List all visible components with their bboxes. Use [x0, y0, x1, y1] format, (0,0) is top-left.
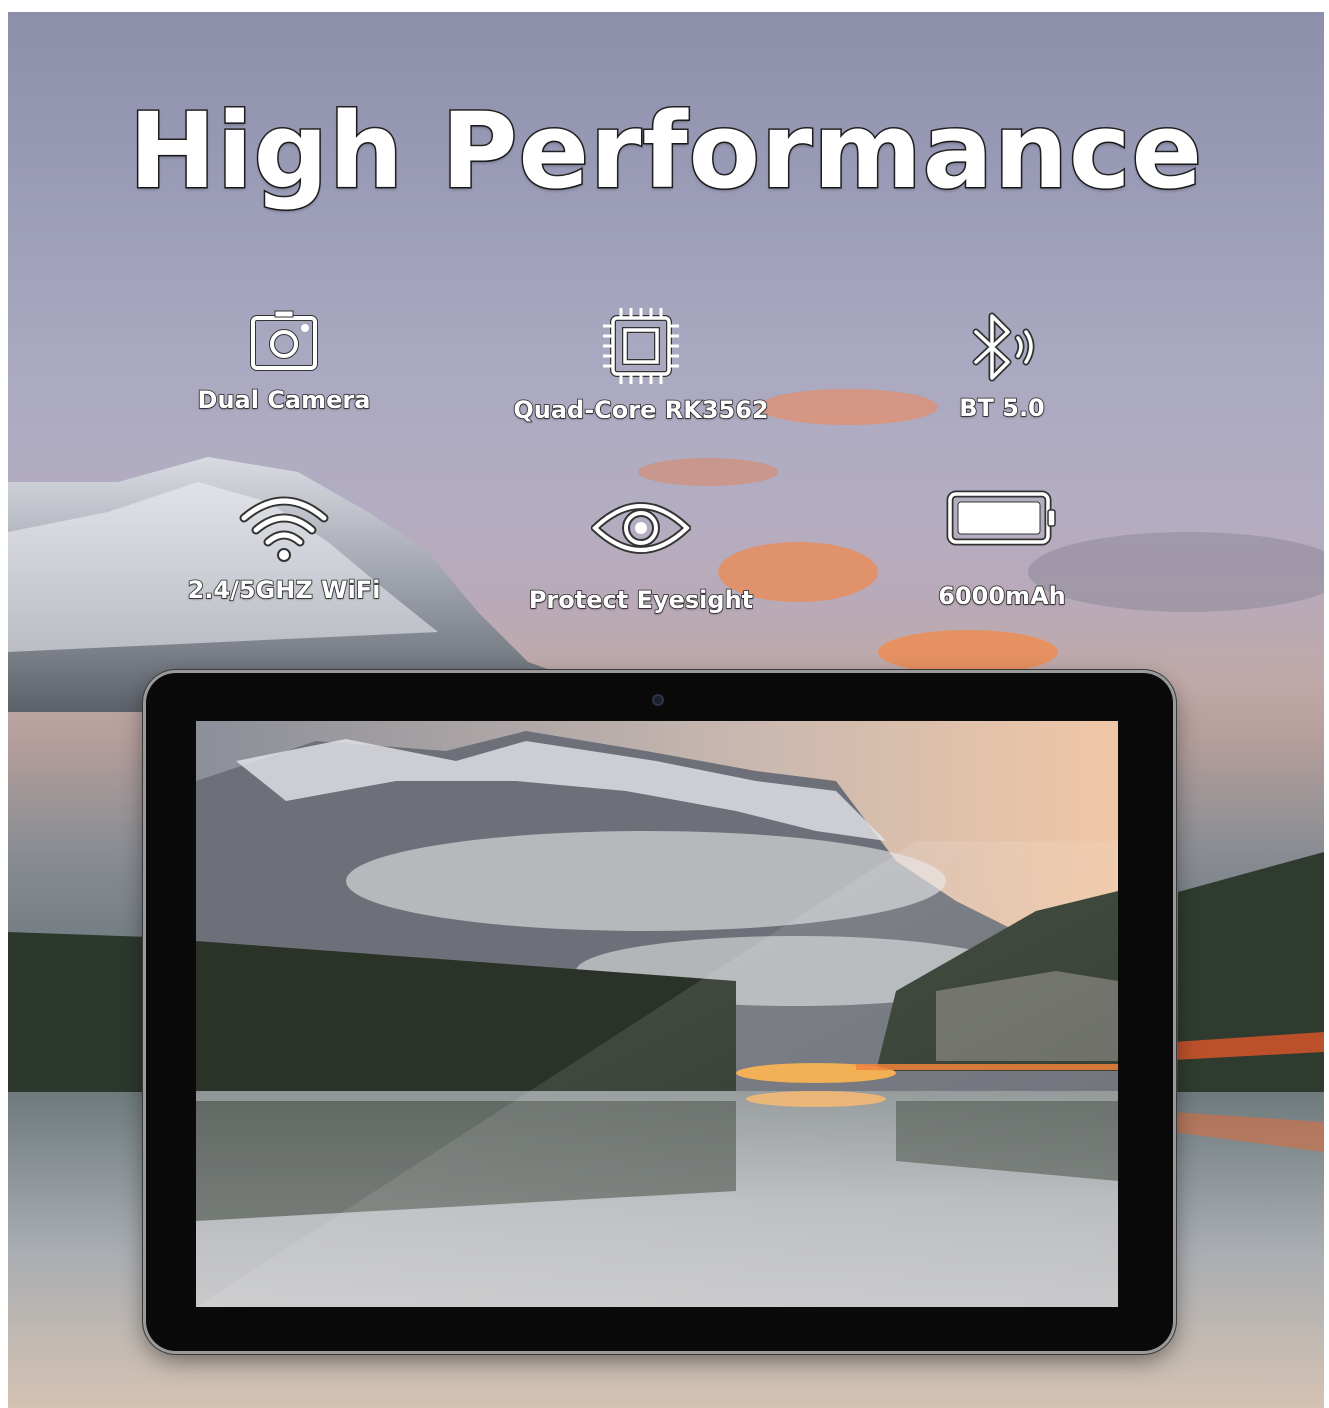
front-camera-lens: [652, 694, 664, 706]
eye-icon: [591, 502, 691, 554]
feature-label: 6000mAh: [938, 581, 1067, 611]
tablet-device: [146, 673, 1173, 1351]
tablet-screen: [196, 721, 1118, 1307]
bluetooth-icon: [972, 312, 1035, 382]
feature-battery: 6000mAh: [842, 486, 1162, 611]
feature-wifi: 2.4/5GHZ WiFi: [124, 492, 444, 605]
headline: High Performance: [127, 89, 1204, 214]
feature-label: BT 5.0: [958, 393, 1045, 423]
hero-banner: High Performance Dual Camera Quad-Core R…: [8, 12, 1324, 1408]
feature-protect-eyesight: Protect Eyesight: [481, 496, 801, 615]
feature-label: 2.4/5GHZ WiFi: [187, 575, 381, 605]
feature-label: Protect Eyesight: [528, 585, 754, 615]
camera-icon: [250, 310, 318, 371]
feature-bluetooth: BT 5.0: [842, 306, 1162, 423]
battery-icon: [946, 490, 1056, 546]
feature-label: Dual Camera: [197, 385, 371, 415]
screen-wallpaper: [196, 721, 1118, 1307]
wifi-icon: [239, 496, 329, 562]
feature-cpu: Quad-Core RK3562: [481, 306, 801, 425]
cpu-chip-icon: [603, 308, 679, 384]
feature-label: Quad-Core RK3562: [513, 395, 770, 425]
feature-dual-camera: Dual Camera: [124, 308, 444, 415]
